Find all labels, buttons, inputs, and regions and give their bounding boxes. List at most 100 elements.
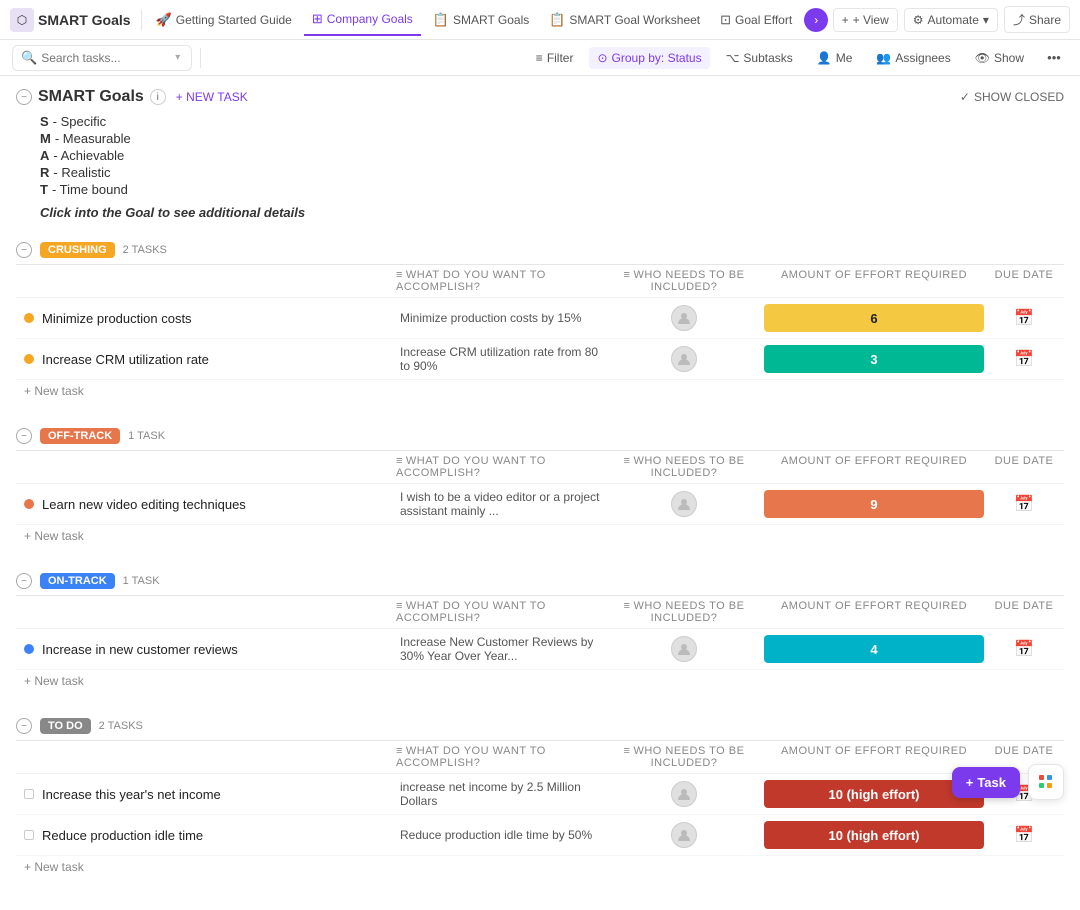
group-collapse-todo[interactable]: − <box>16 718 32 734</box>
table-header-on-track: ≡What do you want to accomplish? ≡Who ne… <box>16 596 1064 629</box>
new-task-row-crushing[interactable]: + New task <box>16 380 1064 402</box>
grid-dots-icon <box>1039 775 1053 789</box>
col-effort: Amount of effort required <box>764 455 984 479</box>
group-collapse-on-track[interactable]: − <box>16 573 32 589</box>
col-include: ≡Who needs to be included? <box>604 269 764 293</box>
table-header-todo: ≡What do you want to accomplish? ≡Who ne… <box>16 741 1064 774</box>
effort-cell: 9 <box>764 490 984 518</box>
col-include: ≡Who needs to be included? <box>604 455 764 479</box>
me-icon: 👤 <box>817 51 832 65</box>
subtasks-button[interactable]: ⌥ Subtasks <box>718 47 801 69</box>
automate-button[interactable]: ⚙ Automate ▾ <box>904 8 998 32</box>
avatar <box>671 305 697 331</box>
col-include: ≡Who needs to be included? <box>604 600 764 624</box>
avatar <box>671 346 697 372</box>
search-icon: 🔍 <box>21 50 37 66</box>
new-task-row-off-track[interactable]: + New task <box>16 525 1064 547</box>
calendar-icon[interactable]: 📅 <box>1014 349 1034 369</box>
worksheet-icon: 📋 <box>549 12 565 28</box>
tab-company-goals[interactable]: ⊞ Company Goals <box>304 4 421 36</box>
due-date-cell: 📅 <box>984 494 1064 514</box>
filter-button[interactable]: ≡ Filter <box>528 47 582 69</box>
tab-smart-goals[interactable]: 📋 SMART Goals <box>425 4 537 36</box>
letter-m: M <box>40 131 51 146</box>
calendar-icon[interactable]: 📅 <box>1014 308 1034 328</box>
main-content: − SMART Goals i + NEW TASK ✓ SHOW CLOSED… <box>0 76 1080 910</box>
effort-cell: 4 <box>764 635 984 663</box>
search-input[interactable] <box>41 51 171 65</box>
avatar <box>671 636 697 662</box>
table-row[interactable]: Increase in new customer reviews Increas… <box>16 629 1064 670</box>
smart-item-r: R - Realistic <box>40 165 1064 180</box>
view-button[interactable]: + + View <box>833 8 898 32</box>
due-date-cell: 📅 <box>984 349 1064 369</box>
col-task <box>16 455 396 479</box>
share-button[interactable]: ⤴ Share <box>1004 6 1070 33</box>
info-icon[interactable]: i <box>150 89 166 105</box>
group-by-button[interactable]: ⊙ Group by: Status <box>589 47 709 69</box>
due-date-cell: 📅 <box>984 639 1064 659</box>
effort-cell: 6 <box>764 304 984 332</box>
assignees-button[interactable]: 👥 Assignees <box>868 47 958 69</box>
table-row[interactable]: Increase CRM utilization rate Increase C… <box>16 339 1064 380</box>
group-collapse-crushing[interactable]: − <box>16 242 32 258</box>
effort-bar: 4 <box>764 635 984 663</box>
status-badge-crushing: CRUSHING <box>40 242 115 258</box>
task-count-todo: 2 TASKS <box>99 720 143 732</box>
new-task-row-todo[interactable]: + New task <box>16 856 1064 878</box>
tab-goal-effort[interactable]: ⊡ Goal Effort <box>712 4 800 36</box>
page-title: SMART Goals <box>38 88 144 106</box>
calendar-icon[interactable]: 📅 <box>1014 639 1034 659</box>
collapse-button[interactable]: − <box>16 89 32 105</box>
goal-effort-icon: ⊡ <box>720 12 731 28</box>
status-group-crushing: − CRUSHING 2 TASKS ≡What do you want to … <box>16 236 1064 402</box>
tab-getting-started[interactable]: 🚀 Getting Started Guide <box>148 4 300 36</box>
show-button[interactable]: 👁 Show <box>967 47 1032 69</box>
click-hint: Click into the Goal to see additional de… <box>40 205 1064 220</box>
more-options-button[interactable]: ••• <box>1040 44 1068 72</box>
table-row[interactable]: Increase this year's net income increase… <box>16 774 1064 815</box>
due-date-cell: 📅 <box>984 825 1064 845</box>
task-assignee-cell <box>604 781 764 807</box>
new-task-row-on-track[interactable]: + New task <box>16 670 1064 692</box>
group-collapse-off-track[interactable]: − <box>16 428 32 444</box>
task-dot <box>24 499 34 509</box>
task-name-cell: Increase CRM utilization rate <box>16 352 396 367</box>
search-box[interactable]: 🔍 ▾ <box>12 45 192 71</box>
table-header-off-track: ≡What do you want to accomplish? ≡Who ne… <box>16 451 1064 484</box>
new-task-fab[interactable]: + Task <box>952 767 1020 798</box>
user-icon <box>677 497 691 511</box>
effort-cell: 3 <box>764 345 984 373</box>
table-row[interactable]: Reduce production idle time Reduce produ… <box>16 815 1064 856</box>
new-task-button[interactable]: + NEW TASK <box>172 88 252 106</box>
task-name-cell: Learn new video editing techniques <box>16 497 396 512</box>
col-task <box>16 269 396 293</box>
page-header: − SMART Goals i + NEW TASK ✓ SHOW CLOSED <box>16 88 1064 106</box>
task-assignee-cell <box>604 305 764 331</box>
show-closed-button[interactable]: ✓ SHOW CLOSED <box>960 90 1064 104</box>
search-dropdown-icon: ▾ <box>175 52 180 63</box>
calendar-icon[interactable]: 📅 <box>1014 494 1034 514</box>
user-icon <box>677 828 691 842</box>
user-icon <box>677 787 691 801</box>
table-row[interactable]: Learn new video editing techniques I wis… <box>16 484 1064 525</box>
me-button[interactable]: 👤 Me <box>809 47 861 69</box>
user-icon <box>677 311 691 325</box>
toolbar-right: ≡ Filter ⊙ Group by: Status ⌥ Subtasks 👤… <box>528 44 1068 72</box>
tab-smart-goal-worksheet[interactable]: 📋 SMART Goal Worksheet <box>541 4 708 36</box>
calendar-icon[interactable]: 📅 <box>1014 825 1034 845</box>
filter-icon: ≡ <box>536 51 543 65</box>
company-goals-icon: ⊞ <box>312 11 323 27</box>
grid-view-fab[interactable] <box>1028 764 1064 800</box>
task-dot <box>24 313 34 323</box>
more-tabs-button[interactable]: › <box>804 8 828 32</box>
task-name: Increase CRM utilization rate <box>42 352 209 367</box>
task-dot <box>24 644 34 654</box>
task-dot-grey <box>24 789 34 799</box>
nav-divider-1 <box>141 10 142 30</box>
group-header-crushing: − CRUSHING 2 TASKS <box>16 236 1064 265</box>
status-group-off-track: − OFF-TRACK 1 TASK ≡What do you want to … <box>16 422 1064 547</box>
task-description: I wish to be a video editor or a project… <box>396 490 604 518</box>
col-effort: Amount of effort required <box>764 600 984 624</box>
table-row[interactable]: Minimize production costs Minimize produ… <box>16 298 1064 339</box>
